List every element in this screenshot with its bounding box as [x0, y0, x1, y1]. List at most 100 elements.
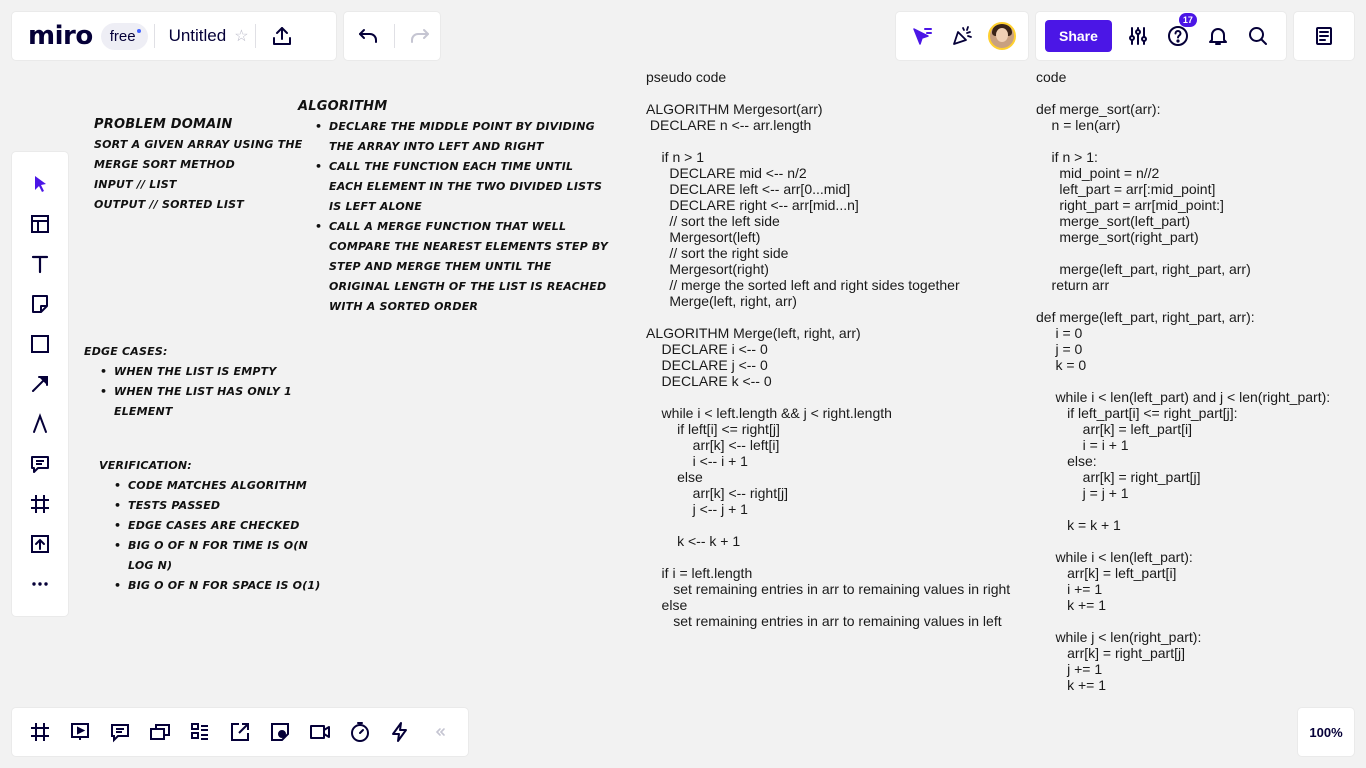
- undo-button[interactable]: [348, 16, 388, 56]
- algorithm-note[interactable]: Algorithm Declare the middle point by di…: [298, 97, 610, 317]
- redo-button[interactable]: [400, 16, 440, 56]
- pseudo-code-text[interactable]: pseudo code ALGORITHM Mergesort(arr) DEC…: [646, 69, 1010, 629]
- kanban-icon: [191, 723, 208, 740]
- edge-case-item: When the list is empty: [100, 362, 299, 382]
- algorithm-step: Call the function each time until each e…: [315, 157, 610, 217]
- help-icon: [1167, 26, 1188, 46]
- verification-list: Code matches algorithm Tests passed edge…: [99, 476, 324, 596]
- miro-logo[interactable]: miro: [28, 21, 93, 51]
- bell-icon: [1208, 28, 1227, 45]
- follow-cursor-button[interactable]: [902, 16, 942, 56]
- problem-domain-line: merge sort method: [94, 158, 235, 171]
- presentation-button[interactable]: [60, 712, 100, 752]
- plan-label: free: [109, 27, 136, 45]
- export-button[interactable]: [220, 712, 260, 752]
- collapse-toolbar-button[interactable]: [420, 712, 460, 752]
- export-board-button[interactable]: [262, 16, 302, 56]
- cards-icon: [150, 724, 170, 740]
- shape-tool[interactable]: [20, 324, 60, 364]
- comments-list-button[interactable]: [100, 712, 140, 752]
- edge-cases-note[interactable]: Edge cases: When the list is empty When …: [84, 342, 299, 422]
- sticky-add-button[interactable]: [260, 712, 300, 752]
- zoom-level: 100%: [1309, 724, 1343, 740]
- frames-icon: [31, 723, 49, 741]
- sticky-note-tool[interactable]: [20, 284, 60, 324]
- frames-button[interactable]: [20, 712, 60, 752]
- divider: [254, 24, 256, 48]
- verification-item: Tests passed: [114, 496, 324, 516]
- collaboration-bar: [896, 12, 1028, 60]
- zoom-control[interactable]: 100%: [1298, 708, 1354, 756]
- reactions-button[interactable]: [942, 16, 982, 56]
- python-code-text[interactable]: code def merge_sort(arr): n = len(arr) i…: [1036, 69, 1330, 693]
- external-link-icon: [231, 723, 249, 741]
- verification-item: Big O of n for space is O(1): [114, 576, 324, 596]
- plan-badge[interactable]: free: [100, 22, 148, 50]
- help-badge: 17: [1178, 13, 1197, 27]
- algorithm-step: Declare the middle point by dividing the…: [315, 117, 610, 157]
- board-header: miro free Untitled ☆: [12, 12, 336, 60]
- pen-tool[interactable]: [20, 404, 60, 444]
- templates-tool[interactable]: [20, 204, 60, 244]
- creation-toolbar: [12, 152, 68, 616]
- search-button[interactable]: [1238, 16, 1278, 56]
- help-button[interactable]: 17: [1158, 13, 1198, 56]
- problem-domain-line: Input // list: [94, 178, 177, 191]
- select-tool[interactable]: [20, 164, 60, 204]
- sticky-note-icon: [32, 295, 48, 313]
- verification-item: Code matches algorithm: [114, 476, 324, 496]
- upload-icon: [31, 535, 49, 553]
- select-icon: [35, 176, 46, 192]
- timer-button[interactable]: [340, 712, 380, 752]
- board-notes-panel: [1294, 12, 1354, 60]
- edge-case-item: When the list has only 1 element: [100, 382, 299, 422]
- video-icon: [310, 725, 330, 739]
- star-icon[interactable]: ☆: [234, 26, 248, 46]
- divider: [393, 24, 395, 48]
- algorithm-step: Call a merge function that well compare …: [315, 217, 610, 317]
- more-tools-button[interactable]: [20, 564, 60, 604]
- user-avatar[interactable]: [988, 22, 1016, 50]
- problem-domain-line: Output // sorted list: [94, 198, 244, 211]
- redo-icon: [411, 29, 430, 43]
- frame-icon: [31, 495, 49, 513]
- connector-tool[interactable]: [20, 364, 60, 404]
- edge-cases-list: When the list is empty When the list has…: [84, 362, 299, 422]
- verification-title: Verification:: [99, 459, 192, 472]
- problem-domain-note[interactable]: Problem Domain Sort a given array using …: [94, 115, 304, 215]
- party-popper-icon: [953, 26, 972, 45]
- notifications-button[interactable]: [1198, 16, 1238, 56]
- divider: [153, 24, 155, 48]
- search-icon: [1248, 27, 1267, 45]
- upload-icon: [272, 27, 291, 45]
- upload-tool[interactable]: [20, 524, 60, 564]
- collapse-icon: [435, 728, 445, 736]
- algorithm-title: Algorithm: [298, 99, 388, 114]
- problem-domain-line: Sort a given array using the: [94, 138, 303, 151]
- undo-icon: [358, 29, 377, 43]
- board-title[interactable]: Untitled: [169, 26, 227, 46]
- notes-button[interactable]: [1304, 16, 1344, 56]
- cards-button[interactable]: [140, 712, 180, 752]
- sticky-note-add-icon: [271, 723, 289, 741]
- comment-tool[interactable]: [20, 444, 60, 484]
- more-icon: [32, 582, 48, 586]
- verification-note[interactable]: Verification: Code matches algorithm Tes…: [99, 456, 324, 596]
- verification-item: edge cases are checked: [114, 516, 324, 536]
- plan-dot-icon: [136, 28, 141, 33]
- kanban-button[interactable]: [180, 712, 220, 752]
- cursor-list-icon: [913, 28, 932, 45]
- lightning-button[interactable]: [380, 712, 420, 752]
- templates-icon: [31, 215, 49, 233]
- shape-icon: [31, 335, 49, 353]
- pen-icon: [33, 413, 47, 433]
- frame-tool[interactable]: [20, 484, 60, 524]
- lightning-icon: [392, 722, 407, 742]
- undo-redo-bar: [344, 12, 440, 60]
- comments-list-icon: [111, 724, 129, 743]
- video-button[interactable]: [300, 712, 340, 752]
- text-tool[interactable]: [20, 244, 60, 284]
- settings-button[interactable]: [1118, 16, 1158, 56]
- comment-icon: [31, 456, 49, 473]
- share-button[interactable]: Share: [1045, 20, 1112, 52]
